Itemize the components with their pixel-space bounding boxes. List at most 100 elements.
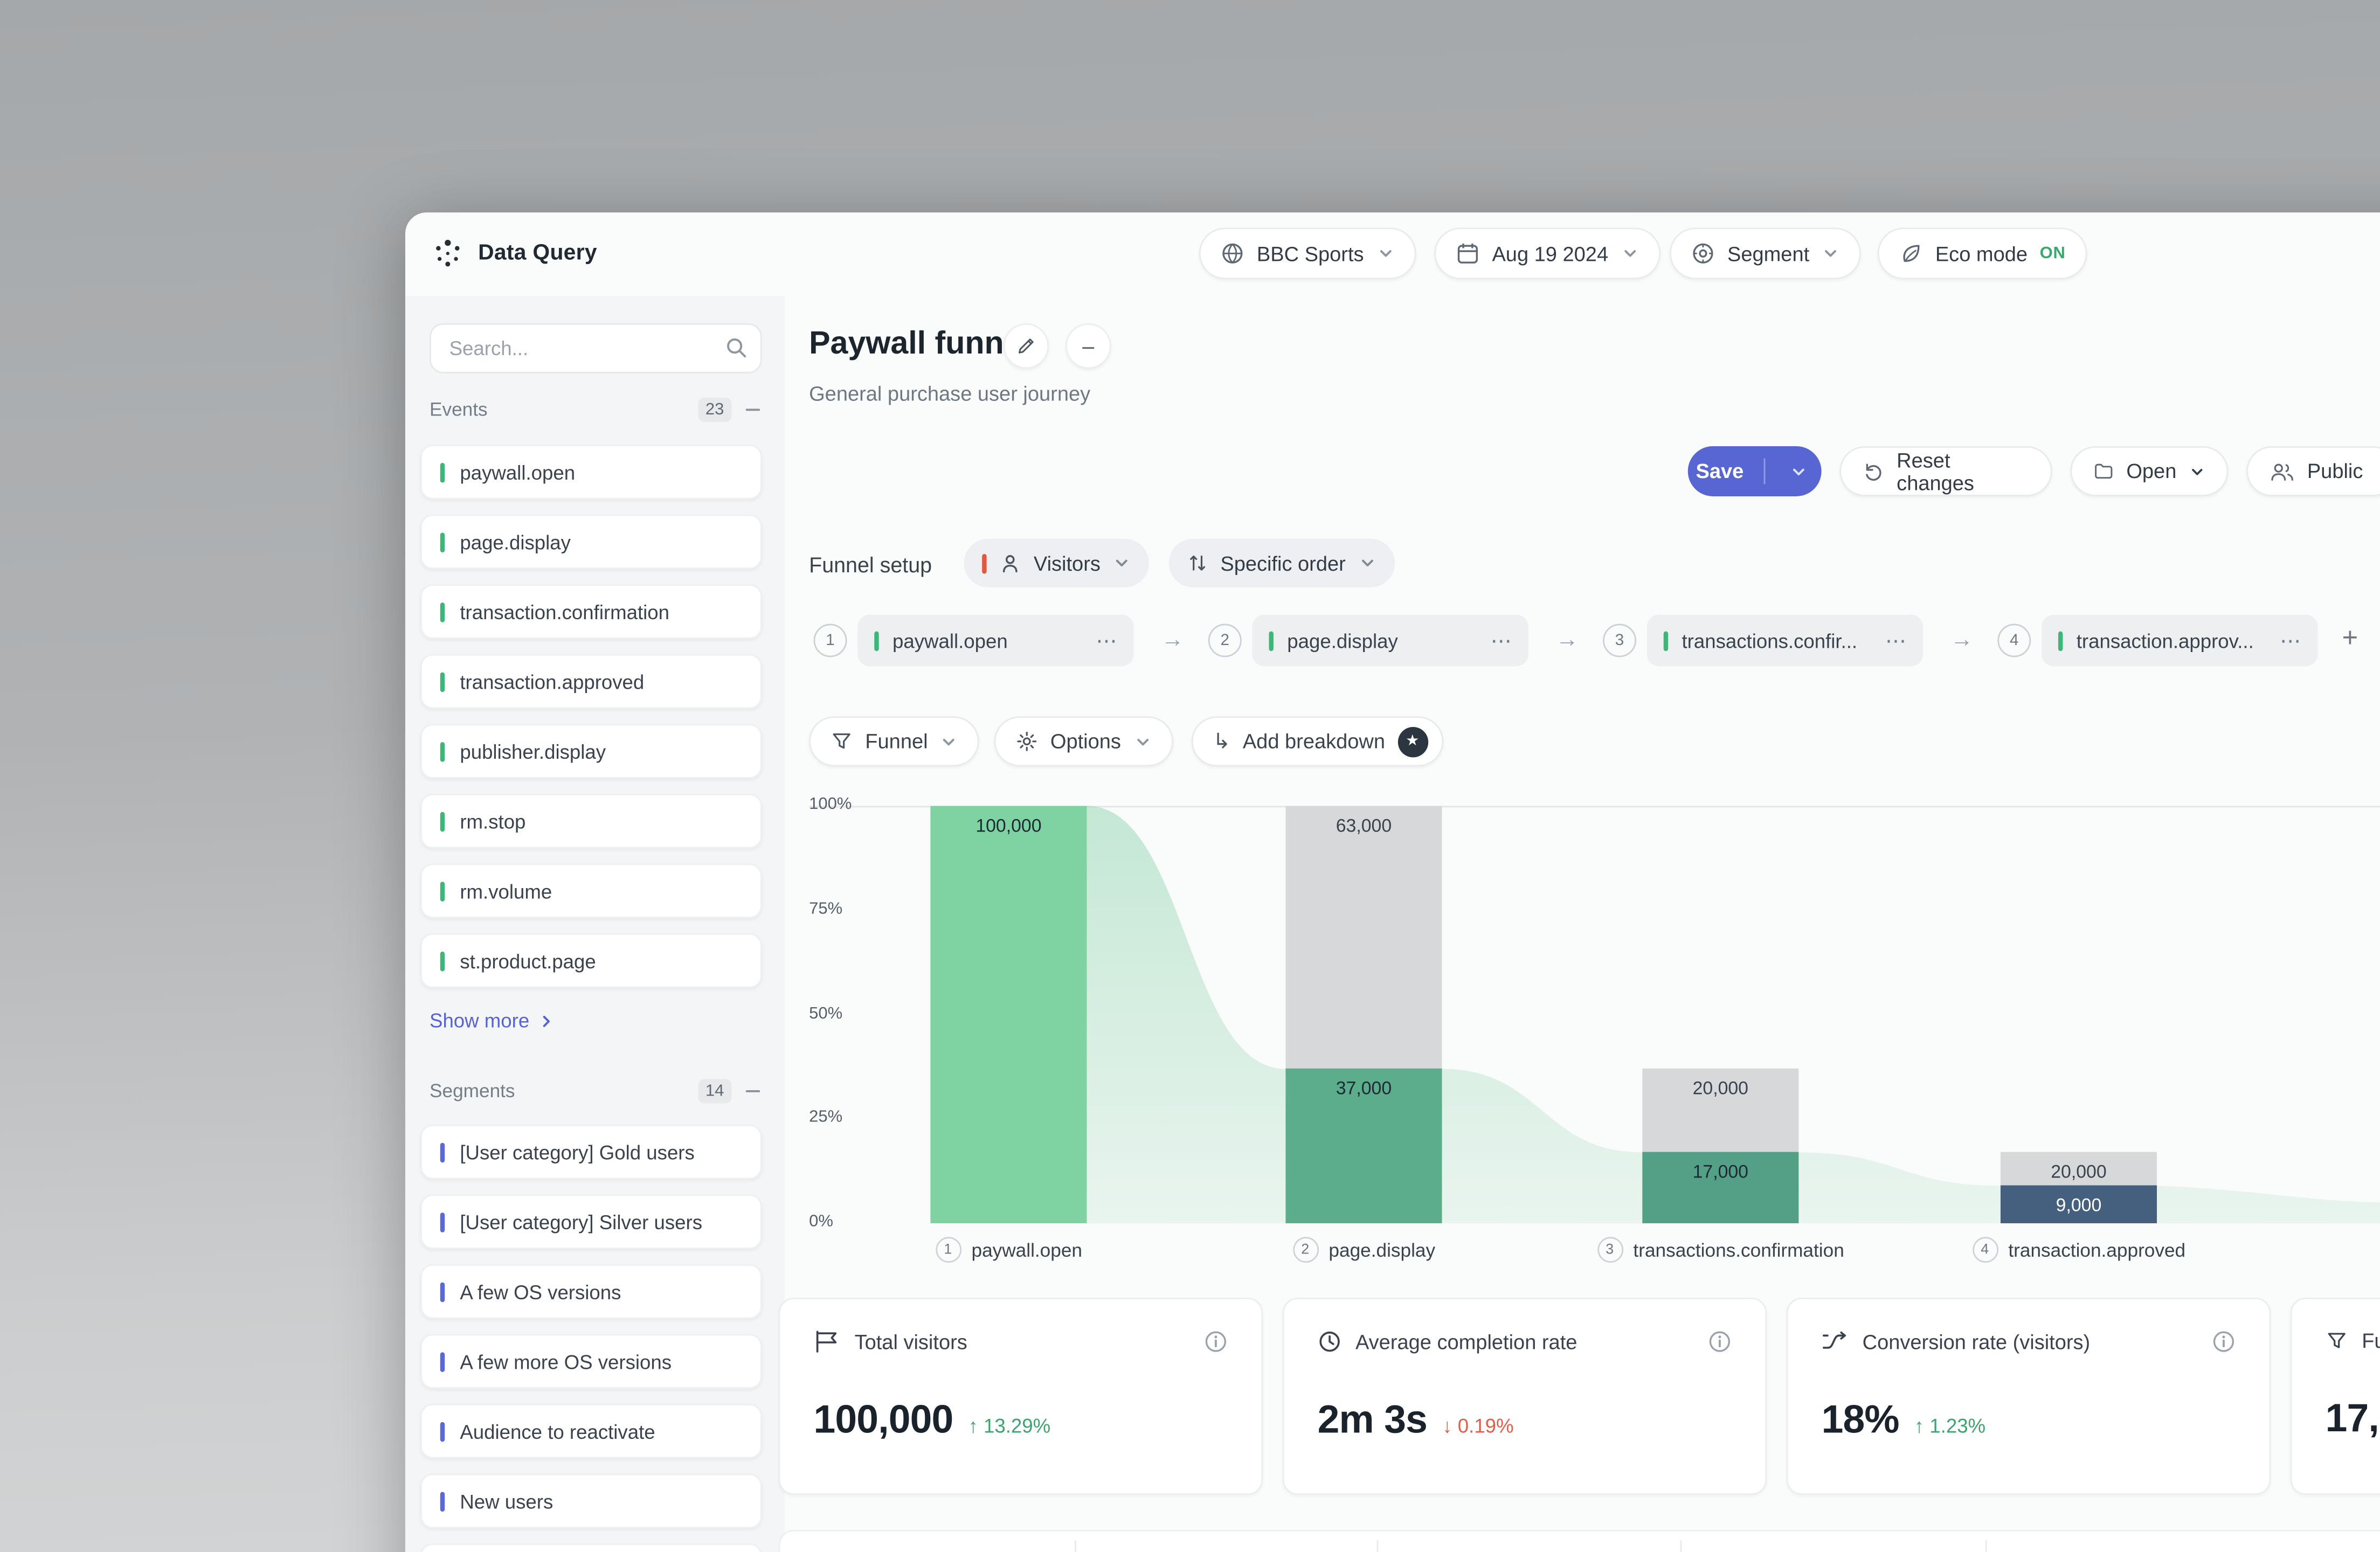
site-label: BBC Sports: [1257, 242, 1364, 265]
visitors-selector[interactable]: Visitors: [964, 539, 1149, 587]
chevron-down-icon: [2189, 462, 2205, 481]
funnel-step-chip[interactable]: page.display ⋯: [1252, 615, 1528, 667]
info-icon[interactable]: [1707, 1329, 1732, 1354]
page-title: Paywall funnel: [809, 327, 1030, 363]
funnel-dropped-bar[interactable]: 63,000: [1285, 806, 1442, 1069]
stat-card-total-visitors: Total visitors 100,000 ↑ 13.29%: [779, 1298, 1263, 1495]
funnel-chart: 100% 75% 50% 25% 0% 100,00063,00037,0002…: [809, 791, 2380, 1291]
segment-label: Segment: [1727, 242, 1809, 265]
segment-color-bar: [440, 1212, 445, 1232]
collapse-events-icon[interactable]: [744, 401, 762, 419]
event-color-bar: [440, 811, 445, 831]
step-menu-icon[interactable]: ⋯: [1096, 628, 1117, 654]
save-label: Save: [1688, 460, 1752, 482]
chart-type-selector[interactable]: Funnel: [809, 716, 979, 766]
add-breakdown-button[interactable]: ↳ Add breakdown ★: [1192, 716, 1443, 766]
open-button[interactable]: Open: [2070, 446, 2228, 496]
public-label: Public: [2307, 460, 2363, 482]
brand: Data Query: [431, 237, 597, 270]
event-color-bar: [440, 602, 445, 622]
chevron-down-icon: [940, 732, 958, 751]
x-axis-step-label: 1 paywall.open: [935, 1237, 1082, 1263]
list-item-segment[interactable]: A few more OS versions: [420, 1334, 762, 1389]
funnel-step-chip[interactable]: transactions.confir... ⋯: [1647, 615, 1924, 667]
list-item-event[interactable]: publisher.display: [420, 724, 762, 778]
chevron-down-icon: [1789, 462, 1808, 481]
funnel-completed-bar[interactable]: 9,000: [2001, 1186, 2157, 1223]
segment-color-bar: [440, 1421, 445, 1441]
funnel-completed-bar[interactable]: 100,000: [930, 806, 1087, 1223]
list-item-segment[interactable]: A few OS versions: [420, 1264, 762, 1319]
sidebar: Events 23 paywall.open page.display tran…: [405, 296, 785, 1552]
step-label: page.display: [1287, 629, 1398, 652]
options-button[interactable]: Options: [994, 716, 1173, 766]
list-item-event[interactable]: rm.stop: [420, 794, 762, 848]
list-item-segment[interactable]: [User category] Gold users: [420, 1125, 762, 1179]
funnel-dropped-bar[interactable]: 20,000: [2001, 1152, 2157, 1186]
step-menu-icon[interactable]: ⋯: [2280, 628, 2301, 654]
breakdown-arrow-icon: ↳: [1213, 729, 1230, 754]
event-color-bar: [440, 462, 445, 482]
remove-button[interactable]: –: [1066, 323, 1111, 369]
list-item-event[interactable]: st.product.page: [420, 933, 762, 988]
y-tick: 0%: [809, 1212, 848, 1231]
list-item-event[interactable]: rm.volume: [420, 863, 762, 918]
funnel-completed-bar[interactable]: 37,000: [1285, 1069, 1442, 1223]
funnel-setup-label: Funnel setup: [809, 552, 932, 577]
step-number: 4: [1997, 624, 2031, 657]
stat-title: Conversion rate (visitors): [1863, 1331, 2091, 1353]
list-item-event[interactable]: page.display: [420, 515, 762, 569]
options-label: Options: [1050, 730, 1121, 753]
completed-count: 37,000: [1336, 1078, 1392, 1099]
date-picker[interactable]: Aug 19 2024: [1434, 227, 1659, 279]
step-menu-icon[interactable]: ⋯: [1491, 628, 1512, 654]
eco-mode-toggle[interactable]: Eco mode ON: [1878, 227, 2087, 279]
info-icon[interactable]: [1203, 1329, 1228, 1354]
save-button[interactable]: Save: [1688, 446, 1822, 496]
search-input[interactable]: [430, 323, 762, 373]
list-item-event[interactable]: transaction.approved: [420, 654, 762, 709]
funnel-completed-bar[interactable]: 17,000: [1642, 1152, 1798, 1223]
collapse-segments-icon[interactable]: [744, 1082, 762, 1100]
list-item-event[interactable]: transaction.confirmation: [420, 584, 762, 639]
eco-state-badge: ON: [2040, 244, 2066, 262]
segment-label: A few more OS versions: [460, 1350, 672, 1373]
step-menu-icon[interactable]: ⋯: [1885, 628, 1906, 654]
event-label: publisher.display: [460, 740, 606, 763]
site-selector[interactable]: BBC Sports: [1199, 227, 1415, 279]
event-color-bar: [440, 951, 445, 971]
step-name: transactions.confirmation: [1633, 1239, 1844, 1260]
app-name: Data Query: [478, 241, 597, 266]
add-breakdown-label: Add breakdown: [1243, 730, 1385, 753]
show-more-link[interactable]: Show more: [430, 1009, 555, 1032]
eco-label: Eco mode: [1935, 242, 2028, 265]
reset-changes-button[interactable]: Reset changes: [1839, 446, 2052, 496]
list-item-event[interactable]: paywall.open: [420, 445, 762, 499]
column-divider: [1985, 1541, 1987, 1552]
segment-label: New users: [460, 1489, 553, 1512]
order-selector[interactable]: Specific order: [1169, 539, 1394, 587]
segment-selector[interactable]: Segment: [1670, 227, 1861, 279]
event-color-bar: [440, 671, 445, 691]
edit-title-button[interactable]: [1004, 323, 1049, 369]
list-item-segment[interactable]: New users: [420, 1474, 762, 1528]
list-item-segment[interactable]: [User category] Silver users: [420, 1194, 762, 1249]
funnel-plot: 100,00063,00037,00020,00017,00020,0009,0…: [855, 806, 2380, 1223]
info-icon[interactable]: [2211, 1329, 2236, 1354]
public-button[interactable]: Public: [2246, 446, 2380, 496]
arrow-right-icon: →: [1556, 627, 1579, 653]
funnel-step-chip[interactable]: paywall.open ⋯: [857, 615, 1134, 667]
events-title: Events: [430, 399, 488, 420]
up-arrow-icon: ↑: [1914, 1415, 1924, 1437]
completed-count: 17,000: [1693, 1161, 1748, 1182]
funnel-step-chip[interactable]: transaction.approv... ⋯: [2042, 615, 2318, 667]
funnel-dropped-bar[interactable]: 20,000: [1642, 1069, 1798, 1152]
list-item-segment[interactable]: Audience to reactivate: [420, 1404, 762, 1458]
event-label: rm.stop: [460, 810, 525, 833]
step-number: 3: [1597, 1237, 1623, 1263]
segments-section-header: Segments 14: [430, 1079, 762, 1103]
list-item-segment[interactable]: [420, 1543, 762, 1552]
search-icon: [724, 335, 748, 359]
add-step-icon[interactable]: +: [2342, 622, 2358, 654]
event-label: rm.volume: [460, 879, 552, 902]
